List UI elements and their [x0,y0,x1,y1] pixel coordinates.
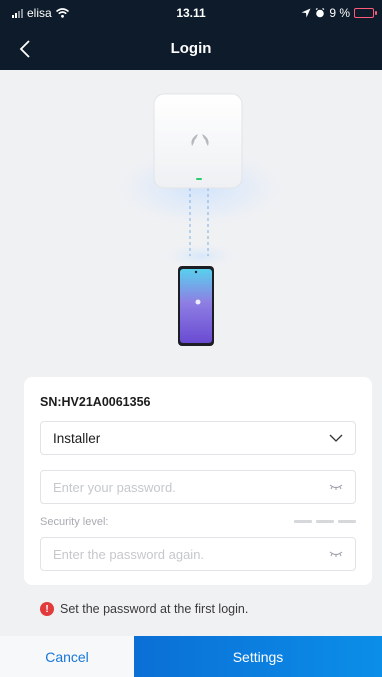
security-bar [316,520,334,523]
password-field[interactable]: Enter your password. [40,470,356,504]
navigation-bar: Login [0,30,382,70]
smartphone-device [178,266,214,346]
phone-signal-halo [158,242,242,270]
page-title: Login [170,40,212,57]
settings-button[interactable]: Settings [134,636,382,677]
battery-percent: 9 % [329,6,350,20]
security-level-indicator [294,520,356,523]
serial-number: SN:HV21A0061356 [40,395,151,409]
login-form-card: SN:HV21A0061356 Installer Enter your pas… [24,377,372,585]
security-bar [338,520,356,523]
hint-text: Set the password at the first login. [60,602,249,616]
connection-illustration [108,93,292,346]
status-right: 9 % [301,6,377,20]
confirm-password-field[interactable]: Enter the password again. [40,537,356,571]
first-login-hint: ! Set the password at the first login. [40,602,248,616]
security-level-label: Security level: [40,516,109,528]
battery-charging-icon [354,8,377,18]
access-point-device [153,93,243,189]
eye-closed-icon[interactable] [329,551,343,557]
confirm-password-placeholder: Enter the password again. [53,546,205,562]
status-led [196,178,202,180]
warning-icon: ! [40,602,54,616]
footer-actions: Cancel Settings [0,636,382,677]
location-arrow-icon [301,8,311,18]
role-select[interactable]: Installer [40,421,356,455]
alarm-icon [315,8,325,18]
eye-closed-icon[interactable] [329,484,343,490]
password-placeholder: Enter your password. [53,479,176,495]
security-bar [294,520,312,523]
status-bar: elisa 13.11 9 % [0,4,382,22]
app-header: elisa 13.11 9 % Login [0,0,382,70]
chevron-down-icon [329,434,343,442]
cancel-button[interactable]: Cancel [0,636,134,677]
role-value: Installer [53,430,101,446]
